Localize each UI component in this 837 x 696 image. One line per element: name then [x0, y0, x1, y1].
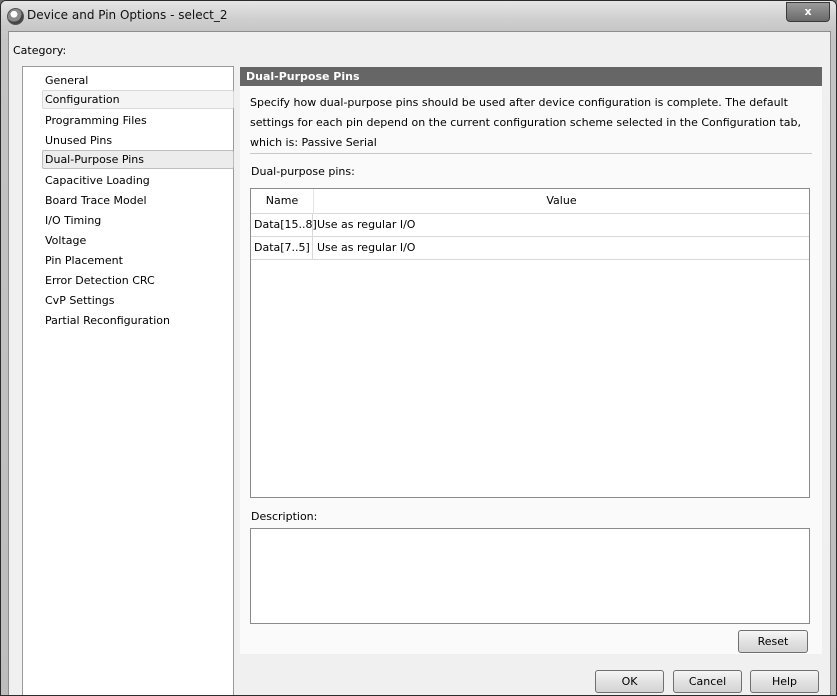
settings-panel: Dual-Purpose Pins Specify how dual-purpo…: [240, 67, 822, 654]
close-icon: x: [804, 5, 812, 18]
table-row[interactable]: Data[7..5] Use as regular I/O: [251, 237, 809, 260]
pin-name-cell: Data[7..5]: [251, 237, 313, 259]
cancel-button[interactable]: Cancel: [673, 670, 742, 693]
category-item-general[interactable]: General: [43, 71, 233, 90]
pin-name-cell: Data[15..8]: [251, 214, 317, 236]
description-box: [250, 528, 810, 624]
pin-value-cell[interactable]: Use as regular I/O: [317, 237, 415, 259]
category-item-dual-purpose-pins[interactable]: Dual-Purpose Pins: [42, 150, 234, 169]
help-button[interactable]: Help: [750, 670, 819, 693]
category-label: Category:: [13, 44, 67, 57]
dual-purpose-pins-label: Dual-purpose pins:: [251, 165, 355, 178]
table-header: Name Value: [251, 189, 809, 214]
category-item-configuration[interactable]: Configuration: [42, 90, 234, 109]
panel-description: Specify how dual-purpose pins should be …: [250, 96, 801, 149]
title-bar[interactable]: Device and Pin Options - select_2 x: [1, 1, 836, 31]
category-item-partial-reconfiguration[interactable]: Partial Reconfiguration: [43, 311, 233, 330]
category-list[interactable]: General Configuration Programming Files …: [22, 66, 234, 695]
category-item-error-detection-crc[interactable]: Error Detection CRC: [43, 271, 233, 290]
description-label: Description:: [251, 510, 318, 523]
column-header-value[interactable]: Value: [314, 189, 809, 213]
close-button[interactable]: x: [786, 2, 830, 22]
category-item-cvp-settings[interactable]: CvP Settings: [43, 291, 233, 310]
dialog-client-area: Category: General Configuration Programm…: [8, 31, 831, 695]
category-item-unused-pins[interactable]: Unused Pins: [43, 131, 233, 150]
table-row[interactable]: Data[15..8] Use as regular I/O: [251, 214, 809, 237]
category-item-io-timing[interactable]: I/O Timing: [43, 211, 233, 230]
separator: [250, 153, 812, 154]
dual-purpose-pins-table[interactable]: Name Value Data[15..8] Use as regular I/…: [250, 188, 810, 498]
category-item-voltage[interactable]: Voltage: [43, 231, 233, 250]
pin-value-cell[interactable]: Use as regular I/O: [317, 214, 415, 236]
category-item-pin-placement[interactable]: Pin Placement: [43, 251, 233, 270]
dialog-window: Device and Pin Options - select_2 x Cate…: [0, 0, 837, 696]
category-item-programming-files[interactable]: Programming Files: [43, 111, 233, 130]
panel-header: Dual-Purpose Pins: [240, 67, 822, 86]
category-item-board-trace-model[interactable]: Board Trace Model: [43, 191, 233, 210]
column-header-name[interactable]: Name: [251, 189, 314, 213]
window-title: Device and Pin Options - select_2: [27, 8, 228, 22]
reset-button[interactable]: Reset: [738, 630, 808, 653]
ok-button[interactable]: OK: [595, 670, 664, 693]
app-icon: [7, 8, 24, 25]
category-item-capacitive-loading[interactable]: Capacitive Loading: [43, 171, 233, 190]
